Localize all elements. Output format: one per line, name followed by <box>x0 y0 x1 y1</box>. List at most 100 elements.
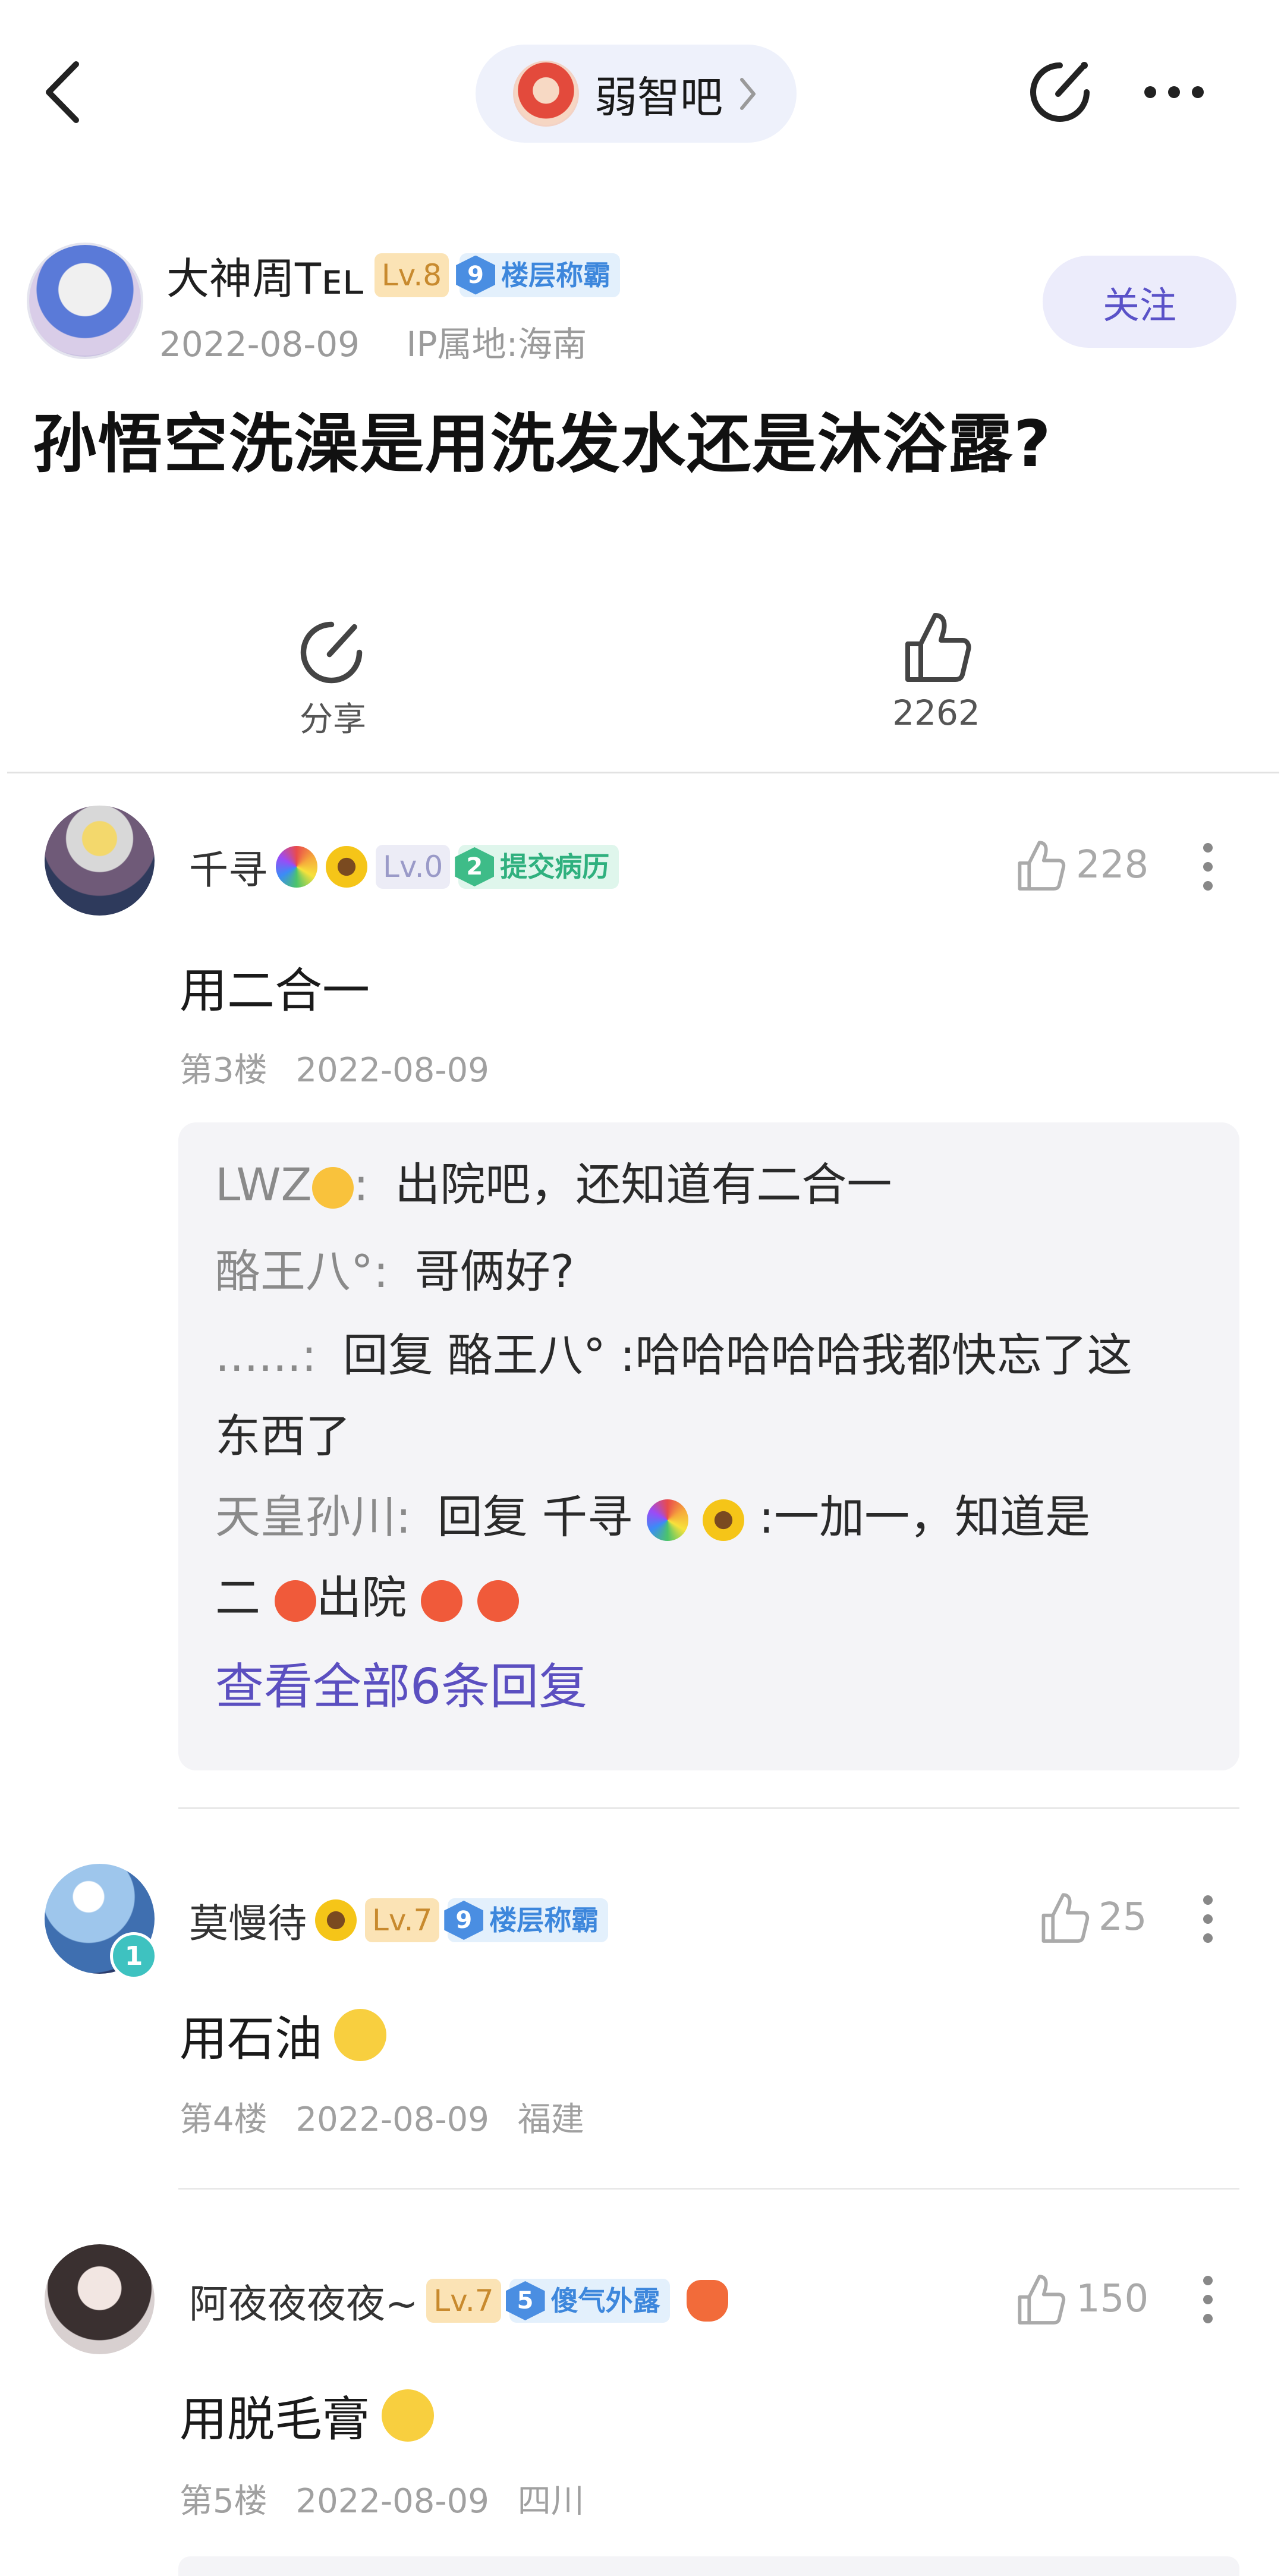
reply-author: ...... <box>215 1329 301 1382</box>
post-like-count: 2262 <box>892 693 980 733</box>
title-badge-number: 9 <box>444 1901 484 1940</box>
gamepad-emoji <box>686 2280 728 2322</box>
title-badge-label: 楼层称霸 <box>501 259 611 291</box>
reply-item[interactable]: 天皇孙川: 回复 千寻 :一加一，知道是 二 出院 <box>215 1477 1226 1638</box>
level-badge: Lv.8 <box>374 253 449 297</box>
comment-like-count: 150 <box>1076 2277 1149 2321</box>
title-badge: 9 楼层称霸 <box>456 253 621 297</box>
comment-header: 莫慢待 Lv.7 9 楼层称霸 <box>189 1892 609 1949</box>
comment-location: 四川 <box>517 2482 584 2521</box>
reply-author: 酪王八° <box>215 1245 373 1298</box>
author-name[interactable]: 大神周Tᴇʟ <box>166 244 364 306</box>
post-title: 孙悟空洗澡是用洗发水还是沐浴露? <box>33 407 1052 482</box>
reply-text: 回复 酪王八° :哈哈哈哈哈我都快忘了这 <box>342 1329 1132 1382</box>
comment-meta: 第3楼 2022-08-09 <box>180 1043 489 1092</box>
reply-text: 出院吧，还知道有二合一 <box>395 1158 892 1211</box>
sunflower-emoji <box>315 1899 357 1941</box>
reply-item[interactable]: 酪王八°: 哥俩好? <box>215 1228 1226 1315</box>
chevron-right-icon <box>740 77 756 110</box>
commenter-name[interactable]: 阿夜夜夜夜~ <box>189 2272 418 2329</box>
author-meta: 2022-08-09 IP属地:海南 <box>159 316 587 366</box>
title-badge: 5 傻气外露 <box>505 2279 670 2323</box>
title-badge: 9 楼层称霸 <box>444 1898 609 1942</box>
comment-text: 用二合一 <box>180 963 370 1018</box>
comment-location: 福建 <box>517 2100 584 2139</box>
commenter-name[interactable]: 千寻 <box>189 838 268 895</box>
title-badge-label: 楼层称霸 <box>489 1904 599 1936</box>
sunflower-emoji <box>326 846 367 888</box>
forum-name: 弱智吧 <box>594 73 723 122</box>
commenter-avatar[interactable] <box>45 806 155 916</box>
comment-meta: 第4楼 2022-08-09 福建 <box>180 2093 584 2141</box>
more-vertical-icon[interactable] <box>1202 842 1214 892</box>
more-vertical-icon[interactable] <box>1202 2275 1214 2325</box>
reply-text-cont: 东西了 <box>215 1410 351 1462</box>
sunflower-emoji <box>703 1499 745 1541</box>
level-badge: Lv.7 <box>426 2279 501 2323</box>
reply-text: 哥俩好? <box>414 1245 575 1298</box>
divider <box>7 772 1279 773</box>
title-badge: 2 提交病历 <box>455 845 619 889</box>
title-badge-number: 9 <box>456 255 496 295</box>
reply-item[interactable]: ......: 回复 酪王八° :哈哈哈哈哈我都快忘了这 东西了 <box>215 1315 1226 1477</box>
rainbow-emoji <box>647 1499 689 1541</box>
thumbs-up-icon[interactable] <box>1014 2272 1067 2326</box>
level-badge: Lv.0 <box>376 845 451 889</box>
thumbs-up-icon[interactable] <box>1014 838 1067 892</box>
angry-emoji <box>275 1580 317 1622</box>
reply-item[interactable]: LWZ: 出院吧，还知道有二合一 <box>215 1141 1226 1228</box>
comment-body: 用石油 <box>180 2001 386 2069</box>
comment-date: 2022-08-09 <box>295 1051 489 1090</box>
level-badge: Lv.7 <box>365 1898 440 1942</box>
reply-author: LWZ <box>215 1158 312 1211</box>
more-icon[interactable] <box>1141 82 1207 102</box>
comment-text: 用石油 <box>180 2011 322 2067</box>
title-badge-number: 2 <box>455 847 495 886</box>
title-badge-label: 提交病历 <box>500 851 610 883</box>
share-icon[interactable] <box>297 618 366 687</box>
reply-box-partial <box>178 2556 1239 2576</box>
rainbow-emoji <box>276 846 317 888</box>
comment-divider <box>178 2188 1239 2190</box>
comment-like-count: 25 <box>1099 1895 1147 1939</box>
angry-emoji <box>477 1580 519 1622</box>
comment-text: 用脱毛膏 <box>180 2392 370 2447</box>
thumbs-up-icon[interactable] <box>901 609 972 684</box>
ip-location: IP属地:海南 <box>406 324 587 364</box>
sad-emoji <box>311 1167 354 1209</box>
more-vertical-icon[interactable] <box>1202 1894 1214 1944</box>
comment-like-count: 228 <box>1076 843 1149 887</box>
comment-header: 阿夜夜夜夜~ Lv.7 5 傻气外露 <box>189 2272 728 2329</box>
comment-divider <box>178 1807 1239 1809</box>
forum-pill[interactable]: 弱智吧 <box>476 45 797 143</box>
smile-emoji <box>334 2009 386 2061</box>
follow-button[interactable]: 关注 <box>1043 256 1236 348</box>
forum-avatar <box>513 61 579 127</box>
reply-list: LWZ: 出院吧，还知道有二合一 酪王八°: 哥俩好? ......: 回复 酪… <box>215 1141 1226 1718</box>
title-badge-label: 傻气外露 <box>550 2285 660 2317</box>
edit-icon[interactable] <box>1027 59 1093 125</box>
author-row: 大神周Tᴇʟ Lv.8 9 楼层称霸 <box>166 244 621 306</box>
commenter-name[interactable]: 莫慢待 <box>189 1892 307 1949</box>
angry-emoji <box>421 1580 463 1622</box>
share-label: 分享 <box>300 700 366 739</box>
post-date: 2022-08-09 <box>159 324 360 364</box>
thumbs-up-icon[interactable] <box>1037 1891 1091 1944</box>
title-badge-number: 5 <box>505 2281 545 2320</box>
avatar-badge: 1 <box>110 1932 158 1980</box>
floor-number: 第3楼 <box>180 1051 268 1090</box>
comment-meta: 第5楼 2022-08-09 四川 <box>180 2474 584 2522</box>
comment-date: 2022-08-09 <box>295 2482 489 2521</box>
reply-text: 回复 千寻 <box>437 1490 632 1543</box>
author-avatar[interactable] <box>27 243 143 359</box>
back-icon[interactable] <box>42 59 83 125</box>
floor-number: 第5楼 <box>180 2482 268 2521</box>
comment-body: 用脱毛膏 <box>180 2381 434 2450</box>
commenter-avatar[interactable] <box>45 2244 155 2354</box>
view-all-replies-link[interactable]: 查看全部6条回复 <box>215 1647 1226 1718</box>
comment-date: 2022-08-09 <box>295 2100 489 2139</box>
yum-emoji <box>382 2389 434 2442</box>
reply-author: 天皇孙川 <box>215 1490 396 1543</box>
floor-number: 第4楼 <box>180 2100 268 2139</box>
comment-header: 千寻 Lv.0 2 提交病历 <box>189 838 619 895</box>
